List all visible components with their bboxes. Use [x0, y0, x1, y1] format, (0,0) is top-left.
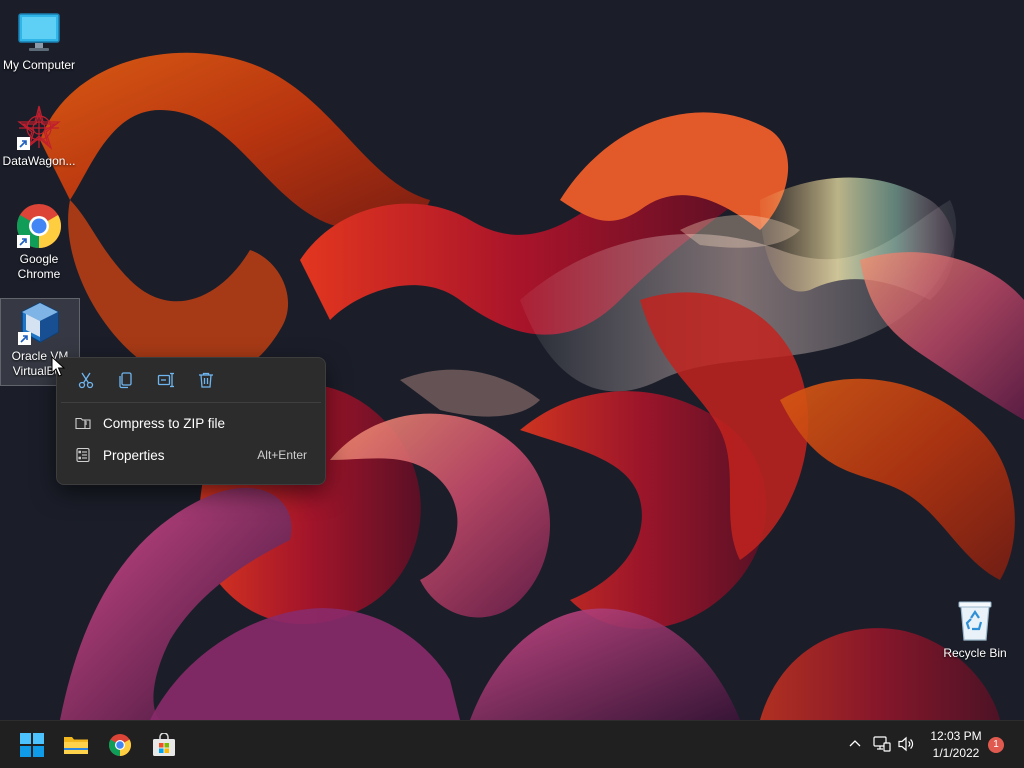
- context-menu: Compress to ZIP file Properties Alt+Ente…: [56, 357, 326, 485]
- recycle-bin-icon: [951, 596, 999, 644]
- desktop[interactable]: My Computer DataWagon... Google Chrome O…: [0, 0, 1024, 720]
- rename-button[interactable]: [146, 362, 186, 398]
- chrome-taskbar-button[interactable]: [100, 725, 140, 765]
- notification-badge[interactable]: 1: [988, 737, 1004, 753]
- desktop-icon-label: My Computer: [2, 58, 76, 72]
- copy-button[interactable]: [106, 362, 146, 398]
- clock-time: 12:03 PM: [930, 729, 982, 743]
- chevron-up-icon: [849, 740, 861, 747]
- desktop-icon-my-computer[interactable]: My Computer: [0, 8, 78, 73]
- menu-item-label: Properties: [103, 447, 165, 463]
- microsoft-store-button[interactable]: [144, 725, 184, 765]
- trash-icon: [199, 372, 213, 388]
- clock-date: 1/1/2022: [932, 746, 980, 760]
- datawagon-icon: [15, 104, 63, 152]
- desktop-icon-label: DataWagon...: [2, 154, 76, 168]
- menu-item-accelerator: Alt+Enter: [257, 448, 307, 462]
- chrome-icon: [109, 734, 131, 756]
- clock[interactable]: 12:03 PM 1/1/2022: [922, 728, 990, 762]
- shortcut-arrow-icon: [17, 235, 30, 248]
- zip-folder-icon: [75, 415, 91, 431]
- windows-logo-icon: [20, 733, 44, 757]
- delete-button[interactable]: [186, 362, 226, 398]
- start-button[interactable]: [12, 725, 52, 765]
- compress-to-zip-menu-item[interactable]: Compress to ZIP file: [61, 407, 321, 439]
- mouse-cursor-icon: [51, 356, 65, 377]
- store-icon: [153, 733, 175, 756]
- copy-icon: [119, 372, 132, 389]
- shortcut-arrow-icon: [17, 137, 30, 150]
- desktop-icon-datawagon[interactable]: DataWagon...: [0, 104, 78, 169]
- menu-item-label: Compress to ZIP file: [103, 415, 226, 431]
- properties-menu-item[interactable]: Properties Alt+Enter: [61, 439, 321, 471]
- cut-button[interactable]: [66, 362, 106, 398]
- desktop-icon-recycle-bin[interactable]: Recycle Bin: [936, 596, 1014, 661]
- desktop-icon-label: Google Chrome: [17, 252, 61, 281]
- network-icon: [873, 736, 891, 752]
- shortcut-arrow-icon: [18, 332, 31, 345]
- virtualbox-icon: [16, 299, 64, 347]
- speaker-icon: [898, 736, 914, 752]
- file-explorer-button[interactable]: [56, 725, 96, 765]
- taskbar: 12:03 PM 1/1/2022 1: [0, 720, 1024, 768]
- rename-icon: [157, 372, 174, 388]
- desktop-icon-google-chrome[interactable]: Google Chrome: [0, 202, 78, 282]
- scissors-icon: [78, 372, 94, 389]
- folder-icon: [64, 737, 88, 754]
- show-hidden-icons-button[interactable]: [844, 733, 866, 755]
- network-button[interactable]: [871, 733, 893, 755]
- properties-icon: [75, 447, 91, 463]
- chrome-icon: [15, 202, 63, 250]
- context-menu-toolbar: [57, 358, 325, 402]
- volume-button[interactable]: [895, 733, 917, 755]
- desktop-icon-label: Recycle Bin: [943, 646, 1007, 660]
- monitor-icon: [15, 8, 63, 56]
